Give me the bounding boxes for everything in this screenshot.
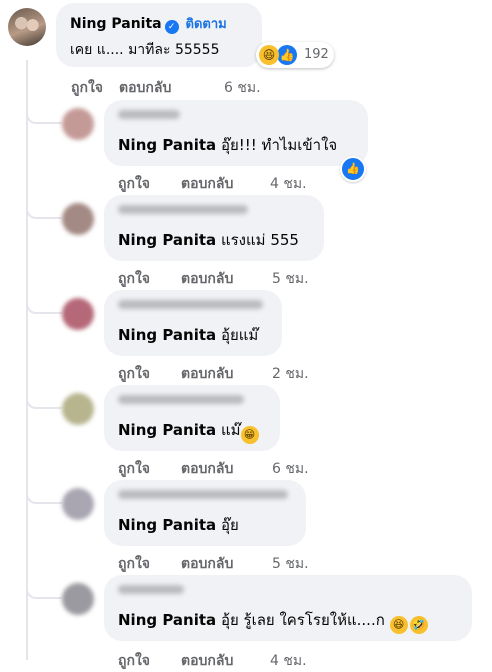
like-button[interactable]: ถูกใจ	[118, 458, 150, 480]
root-comment-bubble: Ning Panita ✓ ติดตาม เคย แ.... มาทีละ 555…	[56, 3, 262, 67]
reply-item: Ning Panita อุ๊ย!!! ทำไมเข้าใจ 👍 ถูกใจ ต…	[0, 100, 492, 196]
reply-timestamp[interactable]: 5 ชม.	[272, 268, 309, 290]
reply-text: Ning Panita อุ๊ย!!! ทำไมเข้าใจ	[118, 133, 337, 157]
reply-item: Ning Panita แม๊ 😁 ถูกใจ ตอบกลับ 6 ชม.	[0, 385, 492, 481]
like-reaction-icon: 👍	[277, 45, 297, 65]
like-button[interactable]: ถูกใจ	[118, 173, 150, 195]
reply-item: Ning Panita อุ๊ย ถูกใจ ตอบกลับ 5 ชม.	[0, 480, 492, 576]
reply-item: Ning Panita อุ้ย รู้เลย ใครโรยให้แ....ก …	[0, 575, 492, 671]
reply-bubble: Ning Panita อุ๊ย!!! ทำไมเข้าใจ	[104, 100, 368, 166]
grin-emoji-icon: 😁	[240, 426, 259, 444]
reply-text: Ning Panita อุ๊ย	[118, 513, 239, 537]
rofl-emoji-icon: 🤣	[409, 616, 428, 634]
reply-timestamp[interactable]: 4 ชม.	[270, 173, 307, 195]
reply-item: Ning Panita แรงแม่ 555 ถูกใจ ตอบกลับ 5 ช…	[0, 195, 492, 291]
comment-timestamp[interactable]: 6 ชม.	[224, 77, 261, 99]
reply-timestamp[interactable]: 2 ชม.	[272, 363, 309, 385]
reply-button[interactable]: ตอบกลับ	[181, 650, 233, 672]
reaction-summary[interactable]: 😆 👍 192	[256, 42, 334, 68]
reply-author-blurred	[118, 585, 184, 594]
reply-bubble: Ning Panita แรงแม่ 555	[104, 195, 324, 261]
mention-tag[interactable]: Ning Panita	[118, 136, 216, 154]
like-reaction-icon[interactable]: 👍	[340, 156, 366, 182]
avatar[interactable]	[62, 108, 94, 140]
reply-bubble: Ning Panita อุ๊ย	[104, 480, 306, 546]
reply-button[interactable]: ตอบกลับ	[181, 173, 233, 195]
reply-body: อุ๊ย!!! ทำไมเข้าใจ	[220, 136, 338, 154]
avatar[interactable]	[62, 488, 94, 520]
reply-text: Ning Panita แรงแม่ 555	[118, 228, 299, 252]
reply-timestamp[interactable]: 5 ชม.	[272, 553, 309, 575]
mention-tag[interactable]: Ning Panita	[118, 231, 216, 249]
author-name[interactable]: Ning Panita	[70, 16, 162, 32]
reply-bubble: Ning Panita อุ้ย รู้เลย ใครโรยให้แ....ก …	[104, 575, 472, 641]
reply-item: Ning Panita อุ้ยแม๊ ถูกใจ ตอบกลับ 2 ชม.	[0, 290, 492, 386]
avatar[interactable]	[8, 8, 46, 46]
comment-author: Ning Panita ✓ ติดตาม	[70, 13, 227, 34]
reply-author-blurred	[118, 300, 263, 309]
reply-author-blurred	[118, 205, 248, 214]
avatar[interactable]	[62, 203, 94, 235]
haha-reaction-icon: 😆	[259, 45, 279, 65]
reply-body: อุ้ย รู้เลย ใครโรยให้แ....ก	[220, 611, 385, 629]
reply-author-blurred	[118, 395, 244, 404]
like-button[interactable]: ถูกใจ	[118, 363, 150, 385]
avatar[interactable]	[62, 583, 94, 615]
comment-text: เคย แ.... มาทีละ 55555	[70, 42, 220, 58]
reply-body: แรงแม่ 555	[220, 231, 299, 249]
avatar[interactable]	[62, 393, 94, 425]
mention-tag[interactable]: Ning Panita	[118, 516, 216, 534]
reply-body: อุ้ยแม๊	[220, 326, 259, 344]
reply-button[interactable]: ตอบกลับ	[181, 363, 233, 385]
reply-text: Ning Panita แม๊ 😁	[118, 418, 259, 444]
reply-bubble: Ning Panita อุ้ยแม๊	[104, 290, 282, 356]
follow-link[interactable]: ติดตาม	[186, 17, 227, 32]
like-button[interactable]: ถูกใจ	[118, 268, 150, 290]
mention-tag[interactable]: Ning Panita	[118, 611, 216, 629]
reply-button[interactable]: ตอบกลับ	[181, 268, 233, 290]
reply-text: Ning Panita อุ้ย รู้เลย ใครโรยให้แ....ก …	[118, 608, 428, 634]
haha-emoji-icon: 😆	[389, 616, 408, 634]
reply-bubble: Ning Panita แม๊ 😁	[104, 385, 280, 451]
reply-text: Ning Panita อุ้ยแม๊	[118, 323, 258, 347]
reply-author-blurred	[118, 490, 288, 499]
reaction-count: 192	[304, 47, 329, 62]
reply-timestamp[interactable]: 4 ชม.	[270, 650, 307, 672]
verified-badge-icon: ✓	[164, 20, 179, 34]
mention-tag[interactable]: Ning Panita	[118, 421, 216, 439]
reply-button[interactable]: ตอบกลับ	[119, 77, 171, 99]
avatar[interactable]	[62, 298, 94, 330]
like-button[interactable]: ถูกใจ	[118, 650, 150, 672]
reply-body: แม๊	[220, 421, 241, 439]
reply-button[interactable]: ตอบกลับ	[181, 553, 233, 575]
mention-tag[interactable]: Ning Panita	[118, 326, 216, 344]
reply-timestamp[interactable]: 6 ชม.	[272, 458, 309, 480]
like-button[interactable]: ถูกใจ	[71, 77, 103, 99]
reply-button[interactable]: ตอบกลับ	[181, 458, 233, 480]
reply-body: อุ๊ย	[220, 516, 239, 534]
like-button[interactable]: ถูกใจ	[118, 553, 150, 575]
reply-author-blurred	[118, 110, 180, 119]
